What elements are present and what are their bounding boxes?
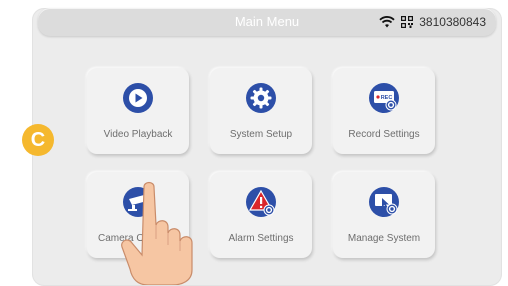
manage-system-icon (369, 187, 399, 217)
tile-video-playback[interactable]: Video Playback (87, 68, 189, 154)
tile-label: System Setup (229, 129, 293, 140)
brand-logo: C (22, 124, 54, 156)
status-area: 3810380843 (379, 8, 486, 36)
tile-manage-system[interactable]: Manage System (333, 172, 435, 258)
brand-letter: C (30, 128, 46, 151)
rec-settings-icon: REC (369, 83, 399, 113)
wifi-icon (379, 16, 395, 28)
alarm-settings-icon (246, 187, 276, 217)
device-id: 3810380843 (419, 15, 486, 29)
tile-label: Record Settings (348, 129, 420, 140)
hand-pointer-icon (121, 181, 193, 285)
tile-record-settings[interactable]: REC Record Settings (333, 68, 435, 154)
header-bar: Main Menu 3810380843 (38, 8, 496, 36)
qr-code-icon (401, 16, 414, 28)
gear-icon (246, 83, 276, 113)
tile-system-setup[interactable]: System Setup (210, 68, 312, 154)
tile-label: Video Playback (103, 129, 173, 140)
tile-label: Manage System (347, 233, 421, 244)
play-icon (123, 83, 153, 113)
